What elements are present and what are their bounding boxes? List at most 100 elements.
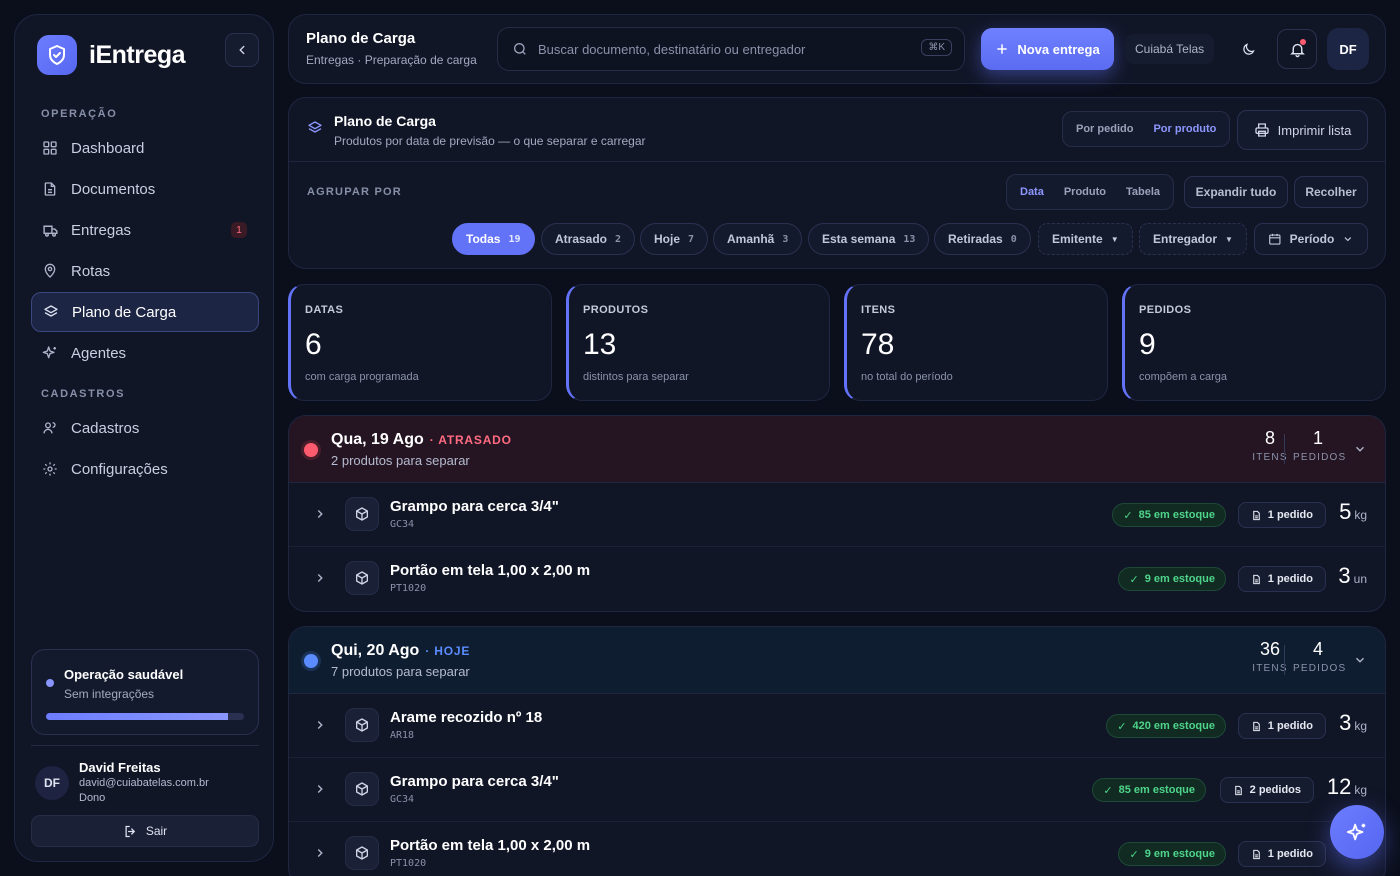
check-icon: ✓ — [1129, 848, 1139, 861]
sidebar-item-label: Configurações — [71, 460, 168, 478]
filter-label: Esta semana — [822, 232, 896, 246]
items-count: 36 — [1259, 639, 1281, 659]
filter-retiradas[interactable]: Retiradas 0 — [934, 223, 1031, 255]
print-list-label: Imprimir lista — [1277, 122, 1352, 138]
stat-label: DATAS — [305, 304, 344, 316]
orders-text: 1 pedido — [1267, 509, 1313, 521]
group-header[interactable]: Qua, 19 Ago · ATRASADO 2 produtos para se… — [289, 416, 1385, 483]
avatar[interactable]: DF — [1327, 28, 1369, 70]
view-toggle-por-pedido[interactable]: Por pedido — [1067, 115, 1142, 143]
collapse-all-button[interactable]: Recolher — [1294, 176, 1368, 208]
caret-down-icon: ▼ — [1110, 234, 1119, 244]
filter-label: Atrasado — [555, 232, 608, 246]
status-badge: · ATRASADO — [429, 433, 512, 447]
collapse-sidebar-button[interactable] — [225, 33, 259, 67]
orders-pill[interactable]: 1 pedido — [1237, 566, 1326, 592]
orders-pill[interactable]: 1 pedido — [1237, 713, 1326, 739]
stat-value: 9 — [1139, 328, 1156, 361]
orders-label: PEDIDOS — [1293, 452, 1347, 463]
package-icon — [345, 772, 379, 806]
table-row[interactable]: Grampo para cerca 3/4" GC34 ✓ 85 em estoq… — [289, 483, 1385, 547]
orders-text: 1 pedido — [1267, 848, 1313, 860]
orders-text: 1 pedido — [1267, 720, 1313, 732]
group-by-tabela[interactable]: Tabela — [1117, 178, 1169, 206]
filter-todas[interactable]: Todas 19 — [452, 223, 535, 255]
filter-atrasado[interactable]: Atrasado 2 — [541, 223, 636, 255]
brand[interactable]: iEntrega — [37, 35, 186, 75]
sidebar-item-label: Dashboard — [71, 139, 145, 157]
orders-pill[interactable]: 1 pedido — [1237, 841, 1326, 867]
orders-text: 2 pedidos — [1249, 784, 1301, 796]
stock-badge: ✓ 9 em estoque — [1118, 842, 1226, 866]
map-pin-icon — [41, 262, 59, 280]
orders-pill[interactable]: 1 pedido — [1237, 502, 1326, 528]
document-icon — [1234, 785, 1242, 795]
sidebar-item-rotas[interactable]: Rotas — [31, 251, 259, 291]
user-role: Dono — [79, 792, 106, 804]
page-title: Plano de Carga — [306, 30, 416, 47]
logout-button[interactable]: Sair — [31, 815, 259, 847]
ai-assistant-button[interactable] — [1330, 805, 1384, 859]
filter-hoje[interactable]: Hoje 7 — [640, 223, 709, 255]
document-icon — [1252, 510, 1260, 520]
filter-count: 13 — [903, 233, 916, 245]
sidebar-item-plano-de-carga[interactable]: Plano de Carga — [31, 292, 259, 332]
sidebar-item-label: Entregas — [71, 221, 132, 239]
search-input[interactable] — [538, 41, 908, 57]
sidebar-item-agentes[interactable]: Agentes — [31, 333, 259, 373]
table-row[interactable]: Grampo para cerca 3/4" GC34 ✓ 85 em estoq… — [289, 758, 1385, 822]
sidebar-item-label: Rotas — [71, 262, 111, 280]
stat-value: 78 — [861, 328, 895, 361]
stock-badge: ✓ 420 em estoque — [1106, 714, 1226, 738]
sidebar: iEntrega OPERAÇÃO Dashboard Documentos E… — [14, 14, 274, 862]
sidebar-item-dashboard[interactable]: Dashboard — [31, 128, 259, 168]
stat-separator — [1284, 645, 1285, 675]
moon-icon — [1242, 42, 1255, 55]
theme-toggle-button[interactable] — [1228, 29, 1268, 69]
print-list-button[interactable]: Imprimir lista — [1237, 110, 1368, 150]
view-toggle-por-produto[interactable]: Por produto — [1144, 115, 1225, 143]
sidebar-item-cadastros[interactable]: Cadastros — [31, 408, 259, 448]
emitente-dropdown[interactable]: Emitente ▼ — [1038, 223, 1133, 255]
expand-all-button[interactable]: Expandir tudo — [1184, 176, 1288, 208]
group-header[interactable]: Qui, 20 Ago · HOJE 7 produtos para separa… — [289, 627, 1385, 694]
sidebar-divider — [31, 745, 259, 746]
sidebar-item-configuracoes[interactable]: Configurações — [31, 449, 259, 489]
sidebar-item-label: Agentes — [71, 344, 127, 362]
health-progress-fill — [46, 713, 229, 720]
new-delivery-button[interactable]: Nova entrega — [981, 28, 1114, 70]
sidebar-item-label: Plano de Carga — [72, 303, 177, 321]
table-row[interactable]: Arame recozido nº 18 AR18 ✓ 420 em estoqu… — [289, 694, 1385, 758]
package-icon — [345, 708, 379, 742]
filter-amanha[interactable]: Amanhã 3 — [713, 223, 803, 255]
stat-card-produtos: PRODUTOS 13 distintos para separar — [566, 284, 830, 401]
check-icon: ✓ — [1129, 573, 1139, 586]
group-by-produto[interactable]: Produto — [1055, 178, 1115, 206]
stat-card-datas: DATAS 6 com carga programada — [288, 284, 552, 401]
entregador-dropdown[interactable]: Entregador ▼ — [1139, 223, 1247, 255]
group-title: Qui, 20 Ago · HOJE — [331, 642, 470, 660]
table-row[interactable]: Portão em tela 1,00 x 2,00 m PT1020 ✓ 9 e… — [289, 822, 1385, 876]
group-by-data[interactable]: Data — [1011, 178, 1053, 206]
avatar[interactable]: DF — [35, 766, 69, 800]
group-date: Qui, 20 Ago — [331, 642, 420, 659]
notifications-button[interactable] — [1277, 29, 1317, 69]
filter-esta-semana[interactable]: Esta semana 13 — [808, 223, 930, 255]
product-code: AR18 — [390, 730, 415, 741]
sidebar-item-documentos[interactable]: Documentos — [31, 169, 259, 209]
table-row[interactable]: Portão em tela 1,00 x 2,00 m PT1020 ✓ 9 e… — [289, 547, 1385, 611]
document-icon — [1252, 574, 1260, 584]
chevron-down-icon — [1356, 446, 1364, 452]
product-code: PT1020 — [390, 583, 427, 594]
search-box[interactable]: ⌘K — [497, 27, 965, 71]
orders-pill[interactable]: 2 pedidos — [1219, 777, 1314, 803]
sidebar-item-label: Documentos — [71, 180, 156, 198]
stock-text: 420 em estoque — [1132, 720, 1215, 732]
quantity-unit: kg — [1354, 508, 1367, 522]
emitente-label: Emitente — [1052, 232, 1103, 246]
org-selector[interactable]: Cuiabá Telas — [1125, 34, 1215, 64]
quantity: 3 kg — [1339, 710, 1367, 736]
periodo-dropdown[interactable]: Período — [1254, 223, 1368, 255]
sidebar-item-entregas[interactable]: Entregas 1 — [31, 210, 259, 250]
quantity-value: 3 — [1338, 563, 1351, 588]
